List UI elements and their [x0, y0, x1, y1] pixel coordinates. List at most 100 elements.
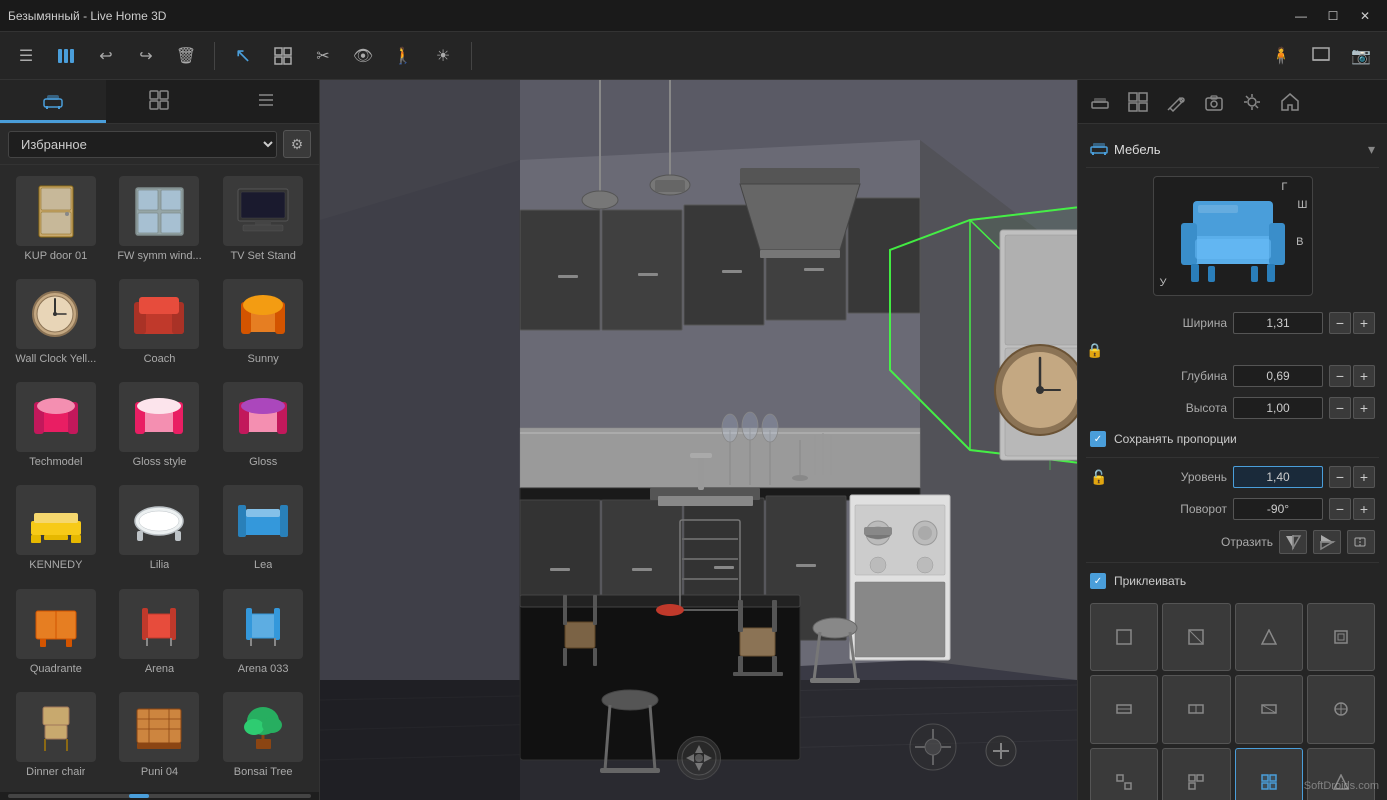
snap-btn-2[interactable]	[1235, 603, 1303, 671]
keep-proportions-row[interactable]: ✓ Сохранять пропорции	[1086, 425, 1379, 453]
snap-btn-9[interactable]	[1162, 748, 1230, 800]
close-button[interactable]: ✕	[1351, 6, 1379, 26]
lock-icon[interactable]: 🔒	[1086, 342, 1103, 359]
grid-item-coach[interactable]: Coach	[108, 272, 212, 375]
level-input[interactable]	[1233, 466, 1323, 488]
depth-row: Глубина − +	[1086, 361, 1379, 391]
tab-light-right[interactable]	[1234, 86, 1270, 118]
library-button[interactable]	[48, 38, 84, 74]
person-button[interactable]: 🧍	[1263, 38, 1299, 74]
mirror-h-button[interactable]	[1279, 530, 1307, 554]
dinner-chair-preview	[16, 692, 96, 762]
grid-item-kup-door[interactable]: KUP door 01	[4, 169, 108, 272]
snap-checkbox[interactable]: ✓	[1090, 573, 1106, 589]
grid-item-lilia[interactable]: Lilia	[108, 478, 212, 581]
sun-button[interactable]: ☀	[425, 38, 461, 74]
category-dropdown[interactable]: Избранное	[8, 131, 277, 158]
tab-camera-right[interactable]	[1196, 86, 1232, 118]
watermark: SoftDroids.com	[1304, 780, 1379, 792]
snap-btn-6[interactable]	[1235, 675, 1303, 743]
width-input[interactable]	[1233, 312, 1323, 334]
wall-clock-preview	[16, 279, 96, 349]
snap-btn-10[interactable]	[1235, 748, 1303, 800]
tab-home-right[interactable]	[1272, 86, 1308, 118]
maximize-button[interactable]: ☐	[1319, 6, 1347, 26]
snap-btn-1[interactable]	[1162, 603, 1230, 671]
snap-btn-0[interactable]	[1090, 603, 1158, 671]
materials-tab-left[interactable]	[106, 80, 212, 123]
grid-item-kennedy[interactable]: KENNEDY	[4, 478, 108, 581]
grid-item-quadrante[interactable]: Quadrante	[4, 582, 108, 685]
furniture-tab-left[interactable]	[0, 80, 106, 123]
rotation-decrease-button[interactable]: −	[1329, 498, 1351, 520]
snap-btn-5[interactable]	[1162, 675, 1230, 743]
tab-build-right[interactable]	[1120, 86, 1156, 118]
height-input[interactable]	[1233, 397, 1323, 419]
width-increase-button[interactable]: +	[1353, 312, 1375, 334]
grid-item-bonsai[interactable]: Bonsai Tree	[211, 685, 315, 788]
scroll-thumb[interactable]	[129, 794, 149, 798]
rotation-increase-button[interactable]: +	[1353, 498, 1375, 520]
list-tab-left[interactable]	[213, 80, 319, 123]
depth-input[interactable]	[1233, 365, 1323, 387]
delete-button[interactable]: 🗑	[168, 38, 204, 74]
snap-btn-11[interactable]	[1307, 748, 1375, 800]
tab-paint-right[interactable]	[1158, 86, 1194, 118]
level-lock-icon[interactable]: 🔓	[1090, 469, 1107, 486]
grid-item-gloss-style[interactable]: Gloss style	[108, 375, 212, 478]
nav-center-button[interactable]	[677, 736, 721, 780]
settings-button[interactable]: ⚙	[283, 130, 311, 158]
walk-button[interactable]: 🚶	[385, 38, 421, 74]
snap-btn-8[interactable]	[1090, 748, 1158, 800]
export-button[interactable]	[1303, 38, 1339, 74]
3d-viewport[interactable]	[320, 80, 1077, 800]
menu-button[interactable]: ☰	[8, 38, 44, 74]
grid-item-dinner-chair[interactable]: Dinner chair	[4, 685, 108, 788]
dimension-labels: Г Ш	[1281, 181, 1307, 211]
keep-proportions-checkbox[interactable]: ✓	[1090, 431, 1106, 447]
minimize-button[interactable]: —	[1287, 6, 1315, 26]
tab-furniture-right[interactable]	[1082, 86, 1118, 118]
snap-btn-7[interactable]	[1307, 675, 1375, 743]
mirror-3d-button[interactable]	[1347, 530, 1375, 554]
scene-svg	[320, 80, 1077, 800]
zoom-control[interactable]	[985, 735, 1017, 772]
grid-item-arena-033[interactable]: Arena 033	[211, 582, 315, 685]
grid-item-fw-window[interactable]: FW symm wind...	[108, 169, 212, 272]
height-increase-button[interactable]: +	[1353, 397, 1375, 419]
grid-item-sunny[interactable]: Sunny	[211, 272, 315, 375]
grid-item-techmodel[interactable]: Techmodel	[4, 375, 108, 478]
camera-top-button[interactable]: 📷	[1343, 38, 1379, 74]
lea-label: Lea	[254, 559, 272, 571]
depth-decrease-button[interactable]: −	[1329, 365, 1351, 387]
rooms-button[interactable]	[265, 38, 301, 74]
joystick-area[interactable]	[909, 723, 957, 776]
grid-item-wall-clock[interactable]: Wall Clock Yell...	[4, 272, 108, 375]
rotation-input[interactable]	[1233, 498, 1323, 520]
prop-category-chevron[interactable]: ▾	[1368, 141, 1375, 158]
height-row: Высота − +	[1086, 393, 1379, 423]
grid-item-gloss[interactable]: Gloss	[211, 375, 315, 478]
snap-btn-3[interactable]	[1307, 603, 1375, 671]
select-button[interactable]: ↖	[225, 38, 261, 74]
snap-btn-4[interactable]	[1090, 675, 1158, 743]
depth-increase-button[interactable]: +	[1353, 365, 1375, 387]
redo-button[interactable]: ↪	[128, 38, 164, 74]
undo-button[interactable]: ↩	[88, 38, 124, 74]
grid-item-arena[interactable]: Arena	[108, 582, 212, 685]
navigation-controls[interactable]	[677, 736, 721, 780]
grid-item-puni[interactable]: Puni 04	[108, 685, 212, 788]
grid-item-tv-stand[interactable]: TV Set Stand	[211, 169, 315, 272]
width-decrease-button[interactable]: −	[1329, 312, 1351, 334]
level-increase-button[interactable]: +	[1353, 466, 1375, 488]
mirror-v-button[interactable]	[1313, 530, 1341, 554]
eye-button[interactable]: 👁	[345, 38, 381, 74]
snap-row[interactable]: ✓ Приклеивать	[1086, 567, 1379, 595]
dim-y-label: У	[1160, 277, 1167, 289]
coach-label: Coach	[144, 353, 176, 365]
gloss-label: Gloss	[249, 456, 277, 468]
grid-item-lea[interactable]: Lea	[211, 478, 315, 581]
height-decrease-button[interactable]: −	[1329, 397, 1351, 419]
cut-button[interactable]: ✂	[305, 38, 341, 74]
level-decrease-button[interactable]: −	[1329, 466, 1351, 488]
